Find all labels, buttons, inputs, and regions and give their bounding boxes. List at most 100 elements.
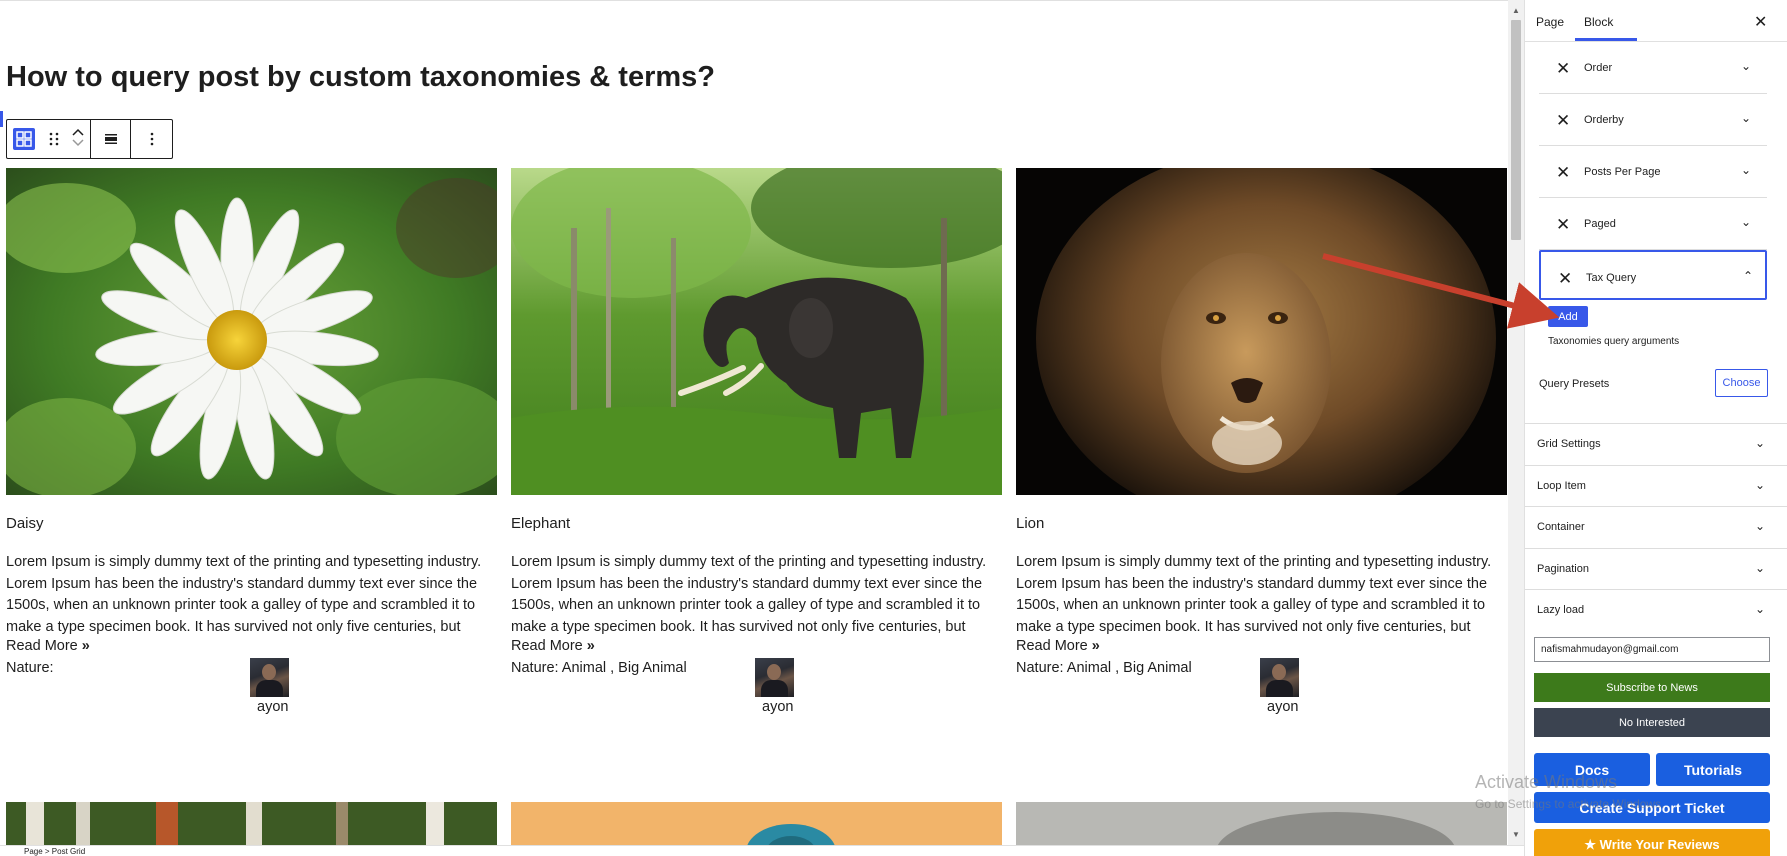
toolbar-align-group: [91, 120, 131, 158]
parrot-image[interactable]: [511, 802, 1002, 845]
post-author[interactable]: ayon: [1267, 699, 1298, 715]
chevron-down-icon[interactable]: ⌄: [1741, 163, 1751, 177]
align-icon[interactable]: [99, 127, 123, 151]
query-item-posts-per-page: ✕ Posts Per Page ⌄: [1539, 146, 1767, 198]
post-card: Elephant Lorem Ipsum is simply dummy tex…: [511, 168, 1002, 715]
query-item-label: Posts Per Page: [1584, 166, 1661, 178]
query-item-orderby: ✕ Orderby ⌄: [1539, 94, 1767, 146]
subscribe-button[interactable]: Subscribe to News: [1534, 673, 1770, 702]
scroll-thumb[interactable]: [1511, 20, 1521, 240]
editor-scrollbar[interactable]: ▲ ▼: [1508, 0, 1524, 845]
query-item-label: Orderby: [1584, 114, 1624, 126]
post-excerpt: Lorem Ipsum is simply dummy text of the …: [6, 554, 482, 635]
chevron-down-icon[interactable]: ⌄: [1741, 59, 1751, 73]
chevron-down-icon[interactable]: ⌄: [1741, 111, 1751, 125]
post-title[interactable]: Daisy: [6, 515, 44, 532]
chevron-up-icon[interactable]: [72, 128, 84, 139]
read-more-label: Read More: [1016, 638, 1088, 654]
daisy-image[interactable]: [6, 168, 497, 495]
query-presets-label: Query Presets: [1539, 378, 1610, 390]
query-item-paged: ✕ Paged ⌄: [1539, 198, 1767, 250]
post-card: Daisy Lorem Ipsum is simply dummy text o…: [6, 168, 497, 715]
tab-page[interactable]: Page: [1536, 15, 1564, 29]
birch-forest-image[interactable]: [6, 802, 497, 845]
panel-pagination[interactable]: Pagination ⌄: [1525, 548, 1787, 589]
settings-sidebar: Page Block ✕ ✕ Order ⌄ ✕ Orderby ⌄ ✕ Pos…: [1524, 0, 1787, 856]
animal-image[interactable]: [1016, 802, 1507, 845]
panel-label: Grid Settings: [1537, 438, 1601, 450]
read-more-link[interactable]: Read More »: [6, 638, 90, 654]
post-title[interactable]: Lion: [1016, 515, 1044, 532]
block-selection-indicator: [0, 111, 3, 127]
double-chevron-right-icon: »: [586, 638, 595, 654]
editor-canvas: How to query post by custom taxonomies &…: [0, 0, 1508, 845]
remove-icon[interactable]: ✕: [1556, 59, 1570, 79]
read-more-label: Read More: [511, 638, 583, 654]
post-title[interactable]: Elephant: [511, 515, 570, 532]
remove-icon[interactable]: ✕: [1556, 111, 1570, 131]
support-ticket-button[interactable]: Create Support Ticket: [1534, 792, 1770, 823]
sidebar-tabs: Page Block ✕: [1525, 0, 1787, 42]
query-item-order: ✕ Order ⌄: [1539, 42, 1767, 94]
chevron-down-icon: ⌄: [1755, 602, 1766, 616]
drag-handle-icon[interactable]: [43, 127, 66, 151]
avatar: [1260, 658, 1299, 697]
choose-preset-button[interactable]: Choose: [1715, 369, 1768, 397]
chevron-down-icon: ⌄: [1755, 436, 1766, 450]
elephant-image[interactable]: [511, 168, 1002, 495]
panel-container[interactable]: Container ⌄: [1525, 506, 1787, 547]
email-field[interactable]: [1534, 637, 1770, 662]
panel-loop-item[interactable]: Loop Item ⌄: [1525, 465, 1787, 506]
remove-icon[interactable]: ✕: [1558, 269, 1572, 289]
tax-query-help: Taxonomies query arguments: [1548, 336, 1680, 347]
query-item-label: Paged: [1584, 218, 1616, 230]
lion-image[interactable]: [1016, 168, 1507, 495]
read-more-link[interactable]: Read More »: [1016, 638, 1100, 654]
double-chevron-right-icon: »: [1091, 638, 1100, 654]
remove-icon[interactable]: ✕: [1556, 163, 1570, 183]
panel-label: Lazy load: [1537, 604, 1585, 616]
remove-icon[interactable]: ✕: [1556, 215, 1570, 235]
read-more-link[interactable]: Read More »: [511, 638, 595, 654]
post-author[interactable]: ayon: [257, 699, 288, 715]
chevron-down-icon[interactable]: ⌄: [1741, 215, 1751, 229]
review-button[interactable]: ★ Write Your Reviews: [1534, 829, 1770, 856]
post-categories: Nature: Animal , Big Animal: [511, 660, 687, 676]
panel-label: Loop Item: [1537, 480, 1586, 492]
chevron-down-icon: ⌄: [1755, 478, 1766, 492]
read-more-label: Read More: [6, 638, 78, 654]
tab-block[interactable]: Block: [1584, 15, 1613, 29]
post-card: Lion Lorem Ipsum is simply dummy text of…: [1016, 168, 1507, 715]
more-vertical-icon[interactable]: [140, 127, 164, 151]
post-author[interactable]: ayon: [762, 699, 793, 715]
panel-lazy-load[interactable]: Lazy load ⌄: [1525, 589, 1787, 630]
docs-button[interactable]: Docs: [1534, 753, 1650, 786]
avatar: [250, 658, 289, 697]
chevron-down-icon[interactable]: [72, 139, 84, 150]
post-categories: Nature:: [6, 660, 54, 676]
scroll-up-icon[interactable]: ▲: [1511, 6, 1521, 16]
query-item-label: Tax Query: [1586, 272, 1637, 284]
add-tax-query-button[interactable]: Add: [1548, 306, 1588, 327]
scroll-down-icon[interactable]: ▼: [1511, 830, 1521, 840]
grid-block-icon[interactable]: [13, 128, 35, 150]
star-icon: ★: [1584, 836, 1597, 852]
editor-screen: How to query post by custom taxonomies &…: [0, 0, 1787, 856]
toolbar-block-group: [7, 120, 91, 158]
breadcrumb[interactable]: Page > Post Grid: [0, 845, 1524, 856]
review-label: Write Your Reviews: [1599, 836, 1720, 852]
block-movers: [72, 128, 84, 150]
post-excerpt: Lorem Ipsum is simply dummy text of the …: [1016, 554, 1492, 635]
post-categories: Nature: Animal , Big Animal: [1016, 660, 1192, 676]
tutorials-button[interactable]: Tutorials: [1656, 753, 1770, 786]
chevron-up-icon[interactable]: ⌃: [1743, 269, 1753, 283]
not-interested-button[interactable]: No Interested: [1534, 708, 1770, 737]
avatar: [755, 658, 794, 697]
close-icon[interactable]: ✕: [1754, 12, 1767, 32]
panel-label: Container: [1537, 521, 1585, 533]
toolbar-more-group: [131, 120, 172, 158]
double-chevron-right-icon: »: [81, 638, 90, 654]
panel-grid-settings[interactable]: Grid Settings ⌄: [1525, 423, 1787, 464]
page-title[interactable]: How to query post by custom taxonomies &…: [6, 61, 715, 94]
block-toolbar: [6, 119, 173, 159]
